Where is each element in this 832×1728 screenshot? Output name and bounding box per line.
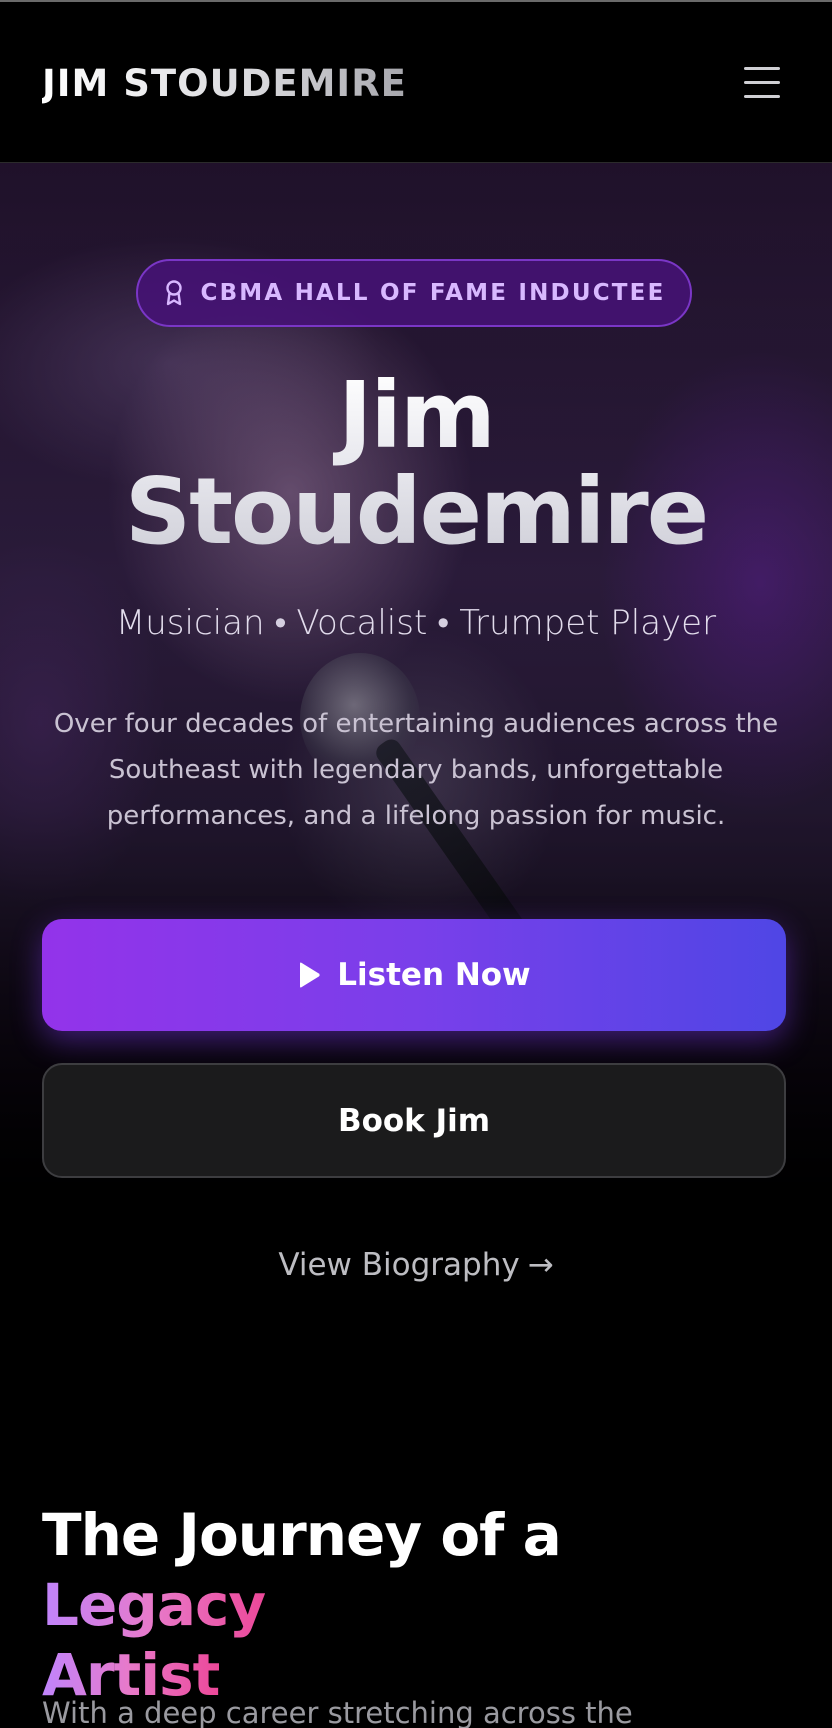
role-trumpet-player: Trumpet Player <box>459 603 717 643</box>
site-header: JIM STOUDEMIRE <box>0 0 832 163</box>
hamburger-menu-icon[interactable] <box>740 64 784 102</box>
hero-section: CBMA HALL OF FAME INDUCTEE Jim Stoudemir… <box>0 163 832 1343</box>
play-icon <box>297 961 321 989</box>
role-musician: Musician <box>115 603 265 643</box>
journey-title-plain: The Journey of a <box>42 1501 562 1569</box>
site-logo[interactable]: JIM STOUDEMIRE <box>42 62 407 105</box>
award-ribbon-icon <box>163 279 185 307</box>
menu-bar <box>744 67 780 70</box>
journey-section-title: The Journey of a Legacy Artist <box>42 1500 802 1710</box>
arrow-right-icon: → <box>527 1247 554 1283</box>
journey-intro-text: With a deep career stretching across the <box>42 1696 633 1728</box>
book-jim-label: Book Jim <box>337 1102 491 1139</box>
role-separator: • <box>274 603 287 643</box>
hero-description: Over four decades of entertaining audien… <box>53 709 779 831</box>
view-biography-label: View Biography <box>278 1247 520 1283</box>
page: JIM STOUDEMIRE CBMA HALL OF FAME INDUCTE… <box>0 0 832 1728</box>
hero-title-first-name: Jim <box>338 362 494 469</box>
book-jim-button[interactable]: Book Jim <box>42 1063 786 1178</box>
hero-title: Jim Stoudemire <box>0 368 832 560</box>
listen-now-button[interactable]: Listen Now <box>42 919 786 1031</box>
roles-subtitle: Musician • Vocalist • Trumpet Player <box>0 603 832 643</box>
journey-title-accent-legacy: Legacy <box>42 1571 266 1639</box>
hero-title-last-name: Stoudemire <box>124 458 708 565</box>
hall-of-fame-badge: CBMA HALL OF FAME INDUCTEE <box>136 259 692 327</box>
role-vocalist: Vocalist <box>296 603 428 643</box>
role-separator: • <box>437 603 450 643</box>
menu-bar <box>744 95 780 98</box>
badge-label: CBMA HALL OF FAME INDUCTEE <box>200 280 666 306</box>
listen-now-label: Listen Now <box>337 957 531 993</box>
view-biography-link[interactable]: View Biography → <box>0 1247 832 1283</box>
menu-bar <box>744 81 780 84</box>
